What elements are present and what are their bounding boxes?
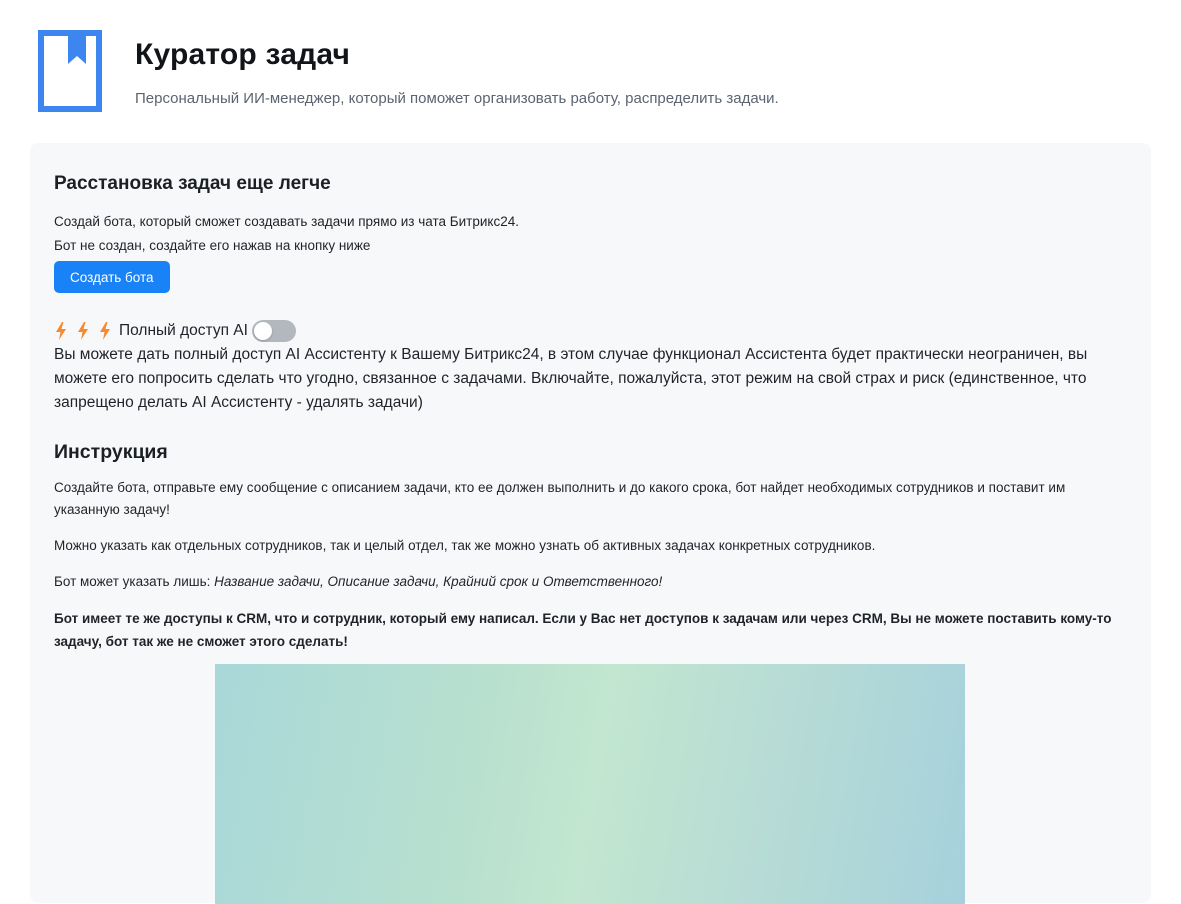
instruction-p3-fields: Название задачи, Описание задачи, Крайни… xyxy=(214,574,663,589)
instruction-paragraph-2: Можно указать как отдельных сотрудников,… xyxy=(54,538,876,553)
instruction-title: Инструкция xyxy=(54,441,168,463)
instruction-paragraph-1: Создайте бота, отправьте ему сообщение с… xyxy=(54,480,1066,517)
bookmark-book-icon xyxy=(38,30,102,112)
lightning-icon xyxy=(78,322,88,340)
bot-desc-line-1: Создай бота, который сможет создавать за… xyxy=(54,214,519,229)
app-header: Куратор задач Персональный ИИ-менеджер, … xyxy=(0,0,1181,140)
create-bot-button[interactable]: Создать бота xyxy=(54,261,170,293)
ai-access-row: Полный доступ AI xyxy=(54,319,296,343)
instruction-preview-image xyxy=(215,664,965,904)
page-title: Куратор задач xyxy=(135,38,351,71)
page-subtitle: Персональный ИИ-менеджер, который поможе… xyxy=(135,90,779,107)
instruction-paragraph-3: Бот может указать лишь: Название задачи,… xyxy=(54,571,1129,593)
instruction-p3-prefix: Бот может указать лишь: xyxy=(54,574,215,589)
bot-section-description: Создай бота, который сможет создавать за… xyxy=(54,210,519,258)
ai-access-toggle[interactable] xyxy=(251,320,296,342)
bot-section-title: Расстановка задач еще легче xyxy=(54,173,331,194)
toggle-knob xyxy=(253,322,272,340)
bot-desc-line-2: Бот не создан, создайте его нажав на кно… xyxy=(54,238,371,253)
lightning-icon xyxy=(100,322,110,340)
main-panel: Расстановка задач еще легче Создай бота,… xyxy=(30,143,1151,904)
ai-access-label: Полный доступ AI xyxy=(119,322,248,339)
lightning-icon xyxy=(56,322,66,340)
ai-access-description: Вы можете дать полный доступ AI Ассистен… xyxy=(54,346,1088,411)
instruction-warning: Бот имеет те же доступы к CRM, что и сот… xyxy=(54,611,1112,649)
